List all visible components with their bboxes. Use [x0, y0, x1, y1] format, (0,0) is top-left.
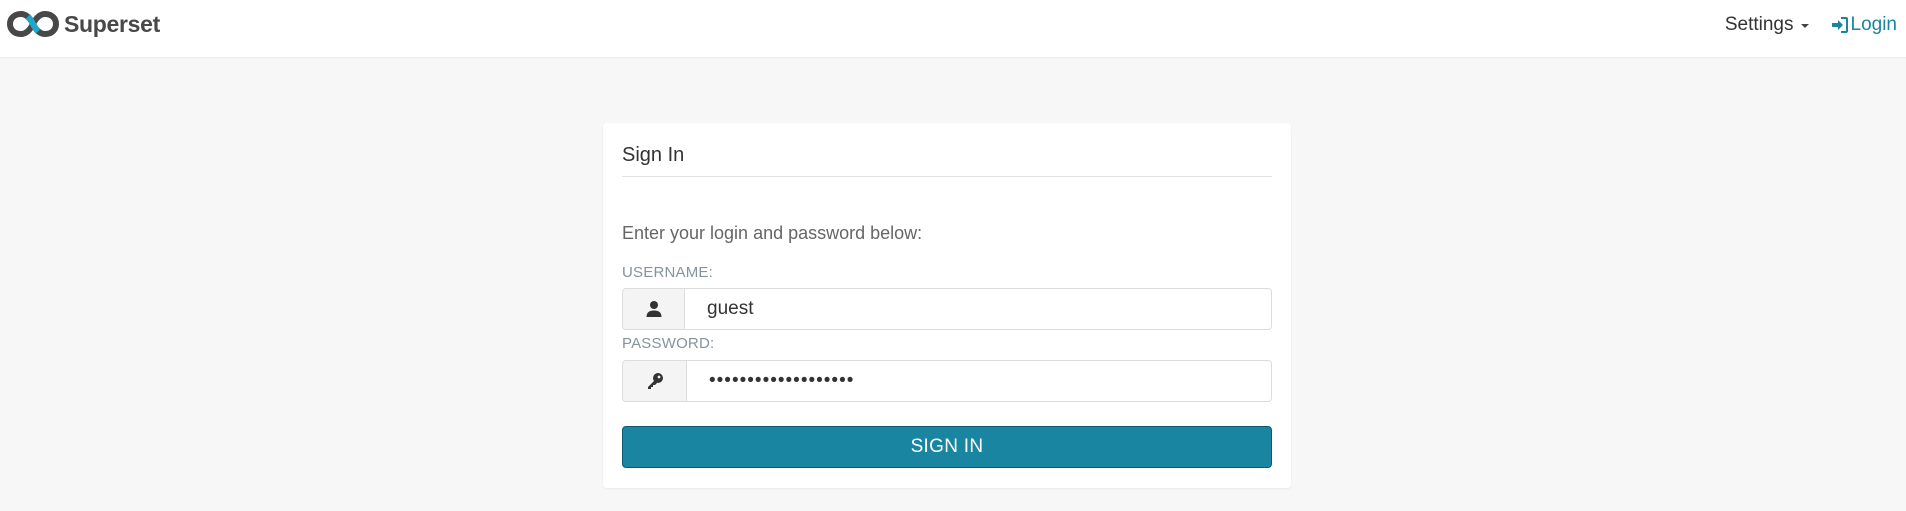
password-addon — [623, 361, 687, 401]
sign-in-icon — [1831, 17, 1848, 33]
panel-title: Sign In — [622, 144, 685, 166]
panel-divider — [622, 176, 1272, 177]
caret-down-icon — [1800, 24, 1809, 28]
username-input-group — [622, 288, 1272, 330]
settings-dropdown[interactable]: Settings — [1725, 14, 1809, 36]
top-navbar: Superset Settings Login — [0, 0, 1906, 58]
username-addon — [623, 289, 685, 329]
login-label: Login — [1850, 14, 1898, 35]
superset-logo-icon — [7, 11, 59, 37]
brand-link[interactable]: Superset — [7, 8, 160, 40]
username-label: USERNAME: — [622, 264, 713, 281]
navbar-right-menu: Settings Login — [1725, 12, 1897, 38]
settings-label: Settings — [1724, 14, 1794, 35]
login-instructions: Enter your login and password below: — [622, 223, 923, 243]
brand-name: Superset — [64, 10, 161, 37]
user-icon — [646, 301, 661, 317]
login-link[interactable]: Login — [1831, 14, 1898, 36]
password-input-group — [622, 360, 1272, 402]
login-panel: Sign In Enter your login and password be… — [603, 123, 1291, 488]
username-input[interactable] — [685, 289, 1271, 329]
sign-in-button[interactable]: SIGN IN — [622, 426, 1272, 468]
password-label: PASSWORD: — [622, 335, 715, 352]
key-icon — [647, 373, 663, 389]
password-input[interactable] — [687, 361, 1271, 401]
